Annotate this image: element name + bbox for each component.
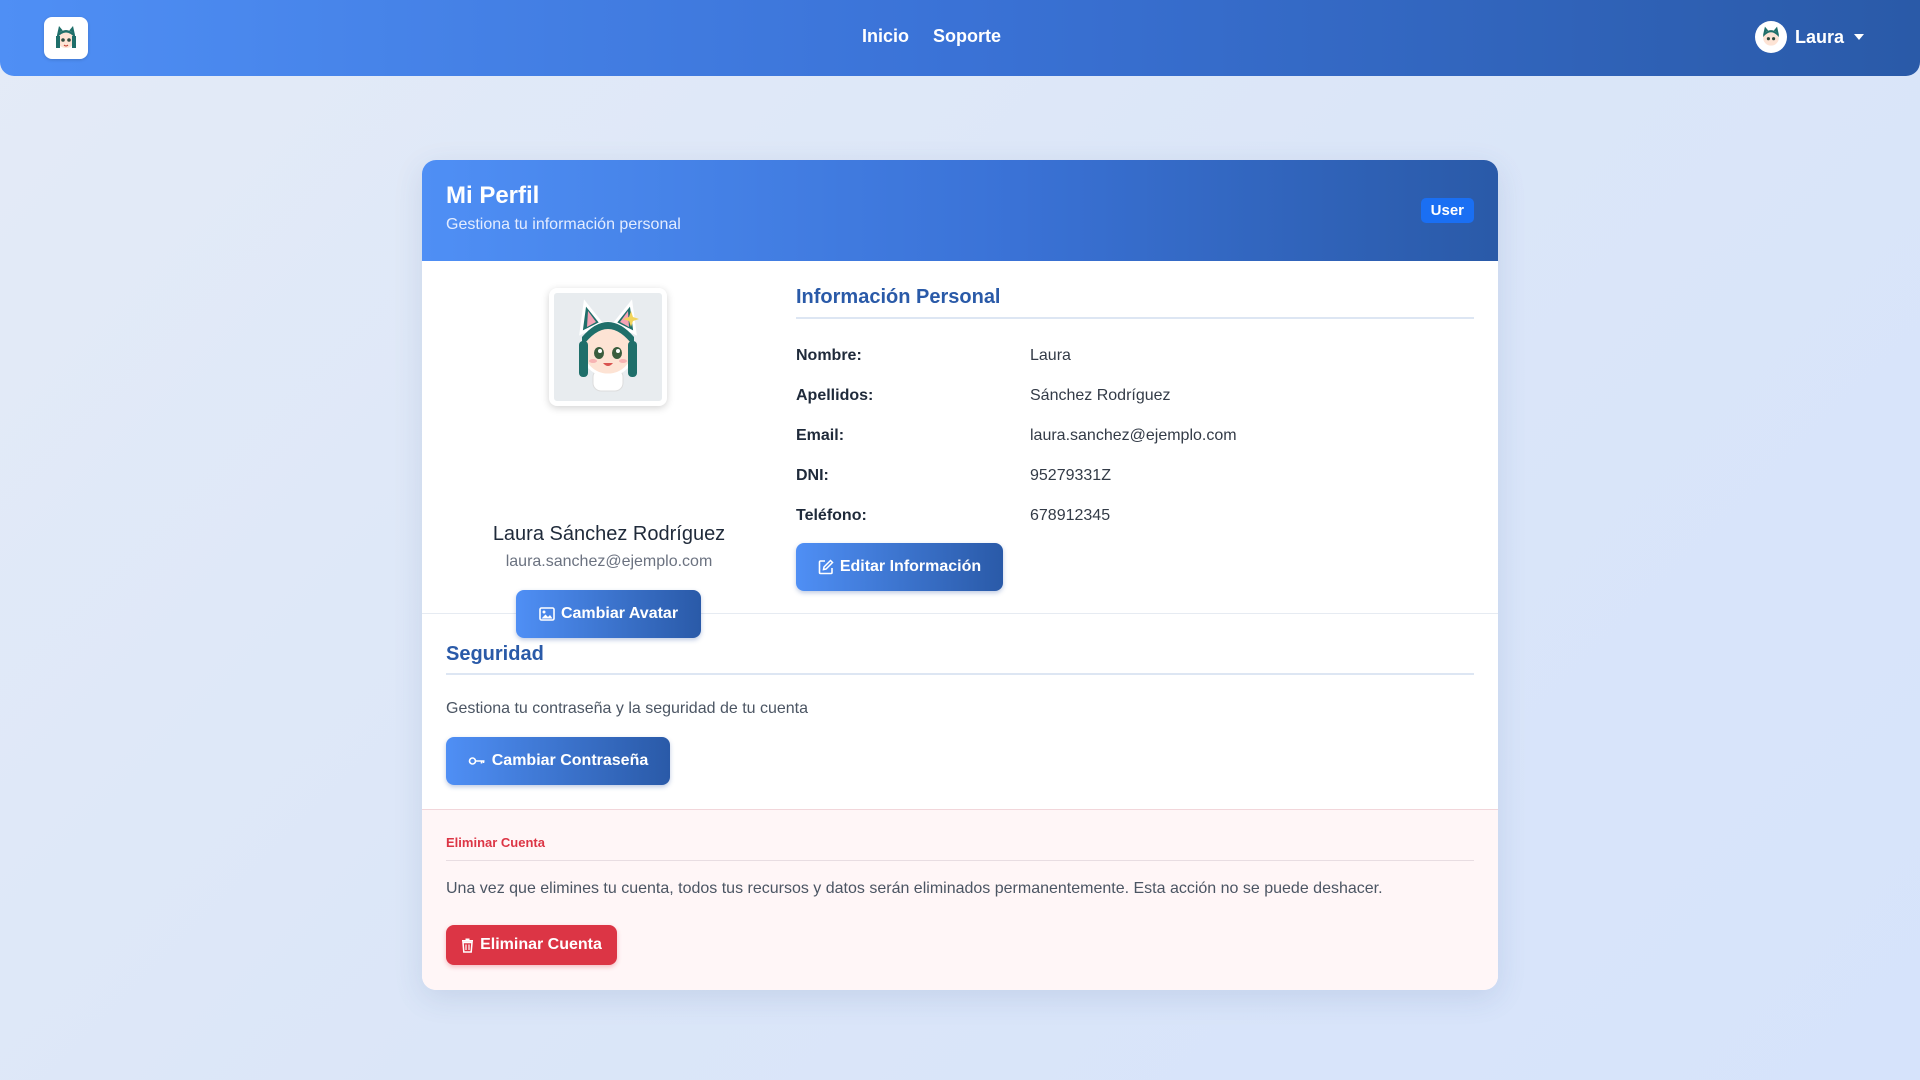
edit-icon <box>818 559 834 575</box>
nav-link-soporte[interactable]: Soporte <box>933 26 1001 47</box>
top-navbar: Inicio Soporte Laura <box>0 0 1920 76</box>
delete-account-title: Eliminar Cuenta <box>446 835 545 850</box>
profile-email: laura.sanchez@ejemplo.com <box>505 553 713 570</box>
security-title: Seguridad <box>446 643 544 665</box>
cat-girl-avatar-icon <box>56 26 76 48</box>
info-row-telefono: Teléfono: 678912345 <box>796 507 1474 529</box>
change-password-label: Cambiar Contraseña <box>491 752 649 769</box>
info-row-apellidos: Apellidos: Sánchez Rodríguez <box>796 387 1474 409</box>
user-name: Laura <box>1794 26 1844 47</box>
security-description: Gestiona tu contraseña y la seguridad de… <box>446 700 809 717</box>
key-icon <box>468 757 485 765</box>
chevron-down-icon <box>1854 34 1864 40</box>
cat-girl-avatar-icon <box>579 299 639 392</box>
info-value: 95279331Z <box>1030 467 1111 484</box>
info-label: Teléfono: <box>796 507 867 524</box>
edit-info-label: Editar Información <box>839 558 982 575</box>
info-value: 678912345 <box>1030 507 1111 524</box>
profile-section: Laura Sánchez Rodríguez laura.sanchez@ej… <box>422 261 1498 638</box>
info-row-dni: DNI: 95279331Z <box>796 467 1474 489</box>
info-label: Nombre: <box>796 347 862 364</box>
info-row-email: Email: laura.sanchez@ejemplo.com <box>796 427 1474 449</box>
info-label: DNI: <box>796 467 829 484</box>
page-subtitle: Gestiona tu información personal <box>446 216 681 233</box>
delete-account-section: Eliminar Cuenta Una vez que elimines tu … <box>422 810 1498 990</box>
personal-info-title: Información Personal <box>796 286 1001 308</box>
divider <box>446 860 1474 861</box>
profile-full-name: Laura Sánchez Rodríguez <box>492 523 726 545</box>
delete-account-button[interactable]: Eliminar Cuenta <box>446 925 617 965</box>
card-header: Mi Perfil Gestiona tu información person… <box>422 160 1498 261</box>
edit-info-button[interactable]: Editar Información <box>796 543 1003 591</box>
page-title: Mi Perfil <box>446 182 540 209</box>
delete-account-label: Eliminar Cuenta <box>480 936 602 953</box>
info-label: Apellidos: <box>796 387 874 404</box>
profile-avatar <box>549 288 667 406</box>
info-row-nombre: Nombre: Laura <box>796 347 1474 369</box>
security-section: Seguridad Gestiona tu contraseña y la se… <box>422 614 1498 810</box>
user-avatar-icon <box>1763 26 1779 46</box>
divider <box>446 673 1474 675</box>
change-password-button[interactable]: Cambiar Contraseña <box>446 737 670 785</box>
info-value: laura.sanchez@ejemplo.com <box>1030 427 1237 444</box>
profile-card: Mi Perfil Gestiona tu información person… <box>422 160 1498 990</box>
user-menu-dropdown[interactable]: Laura <box>1754 21 1864 53</box>
trash-icon <box>462 938 474 953</box>
app-logo[interactable] <box>44 17 88 59</box>
role-badge: User <box>1420 198 1474 223</box>
nav-link-inicio[interactable]: Inicio <box>862 26 909 47</box>
info-label: Email: <box>796 427 845 444</box>
divider <box>796 317 1474 319</box>
delete-account-description: Una vez que elimines tu cuenta, todos tu… <box>446 880 1383 897</box>
info-value: Laura <box>1030 347 1071 364</box>
avatar <box>1754 21 1787 53</box>
info-value: Sánchez Rodríguez <box>1030 387 1171 404</box>
